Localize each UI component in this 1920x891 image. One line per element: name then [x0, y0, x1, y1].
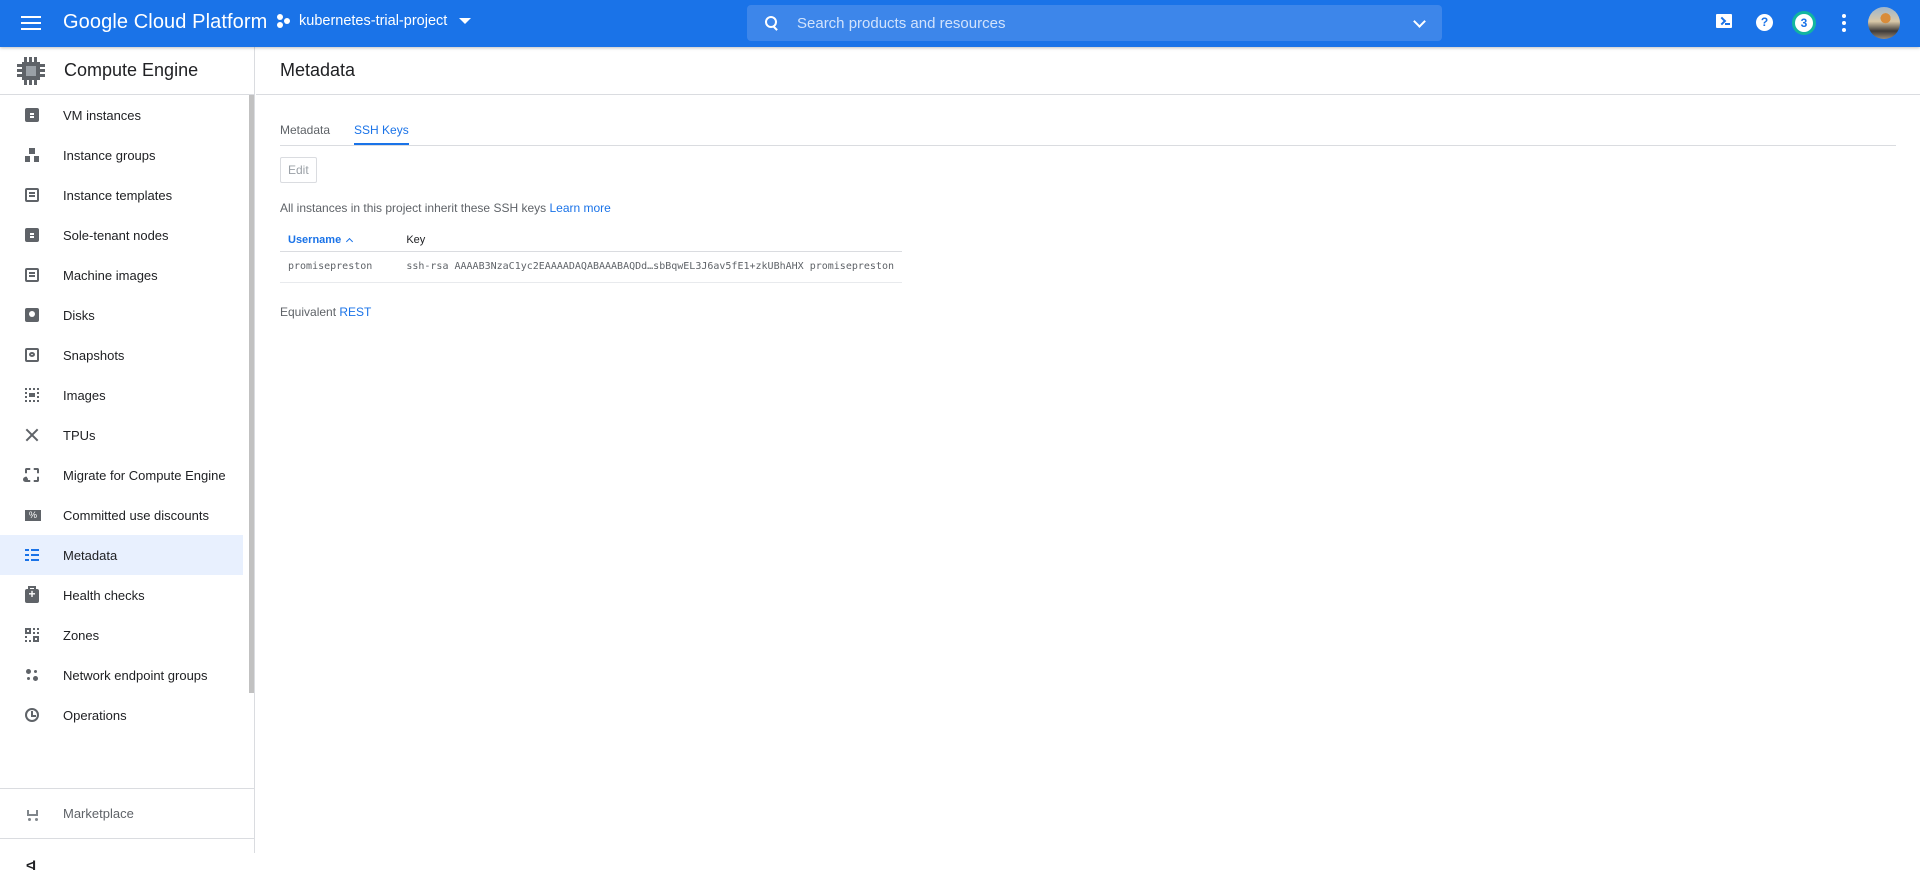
- cell-username: promisepreston: [280, 251, 399, 283]
- project-selector[interactable]: kubernetes-trial-project: [277, 13, 472, 29]
- learn-more-link[interactable]: Learn more: [549, 201, 610, 215]
- sidebar-item-instance-groups[interactable]: Instance groups: [0, 135, 243, 175]
- cart-icon: [25, 807, 41, 821]
- sole-tenant-nodes-icon: [25, 228, 39, 242]
- ssh-keys-table: Username Key promisepreston ssh-rsa AAAA…: [280, 229, 902, 283]
- search-icon: [765, 16, 779, 30]
- sidebar-item-committed-use-discounts[interactable]: % Committed use discounts: [0, 495, 243, 535]
- avatar[interactable]: [1868, 7, 1900, 39]
- percent-icon: %: [25, 509, 41, 521]
- sidebar-item-migrate[interactable]: Migrate for Compute Engine: [0, 455, 243, 495]
- sidebar-item-vm-instances[interactable]: VM instances: [0, 95, 243, 135]
- tpus-icon: [25, 428, 39, 442]
- compute-engine-icon: [17, 56, 45, 85]
- content-area: Metadata SSH Keys Edit All instances in …: [280, 95, 1896, 319]
- disks-icon: [25, 308, 39, 322]
- sidebar-item-tpus[interactable]: TPUs: [0, 415, 243, 455]
- zones-icon: [25, 628, 39, 642]
- collapse-sidebar-button[interactable]: <I: [0, 839, 254, 891]
- help-icon[interactable]: ?: [1756, 14, 1773, 31]
- clock-icon: [25, 708, 39, 722]
- network-endpoint-groups-icon: [25, 668, 39, 682]
- sidebar-item-metadata[interactable]: Metadata: [0, 535, 243, 575]
- main-content: Metadata Metadata SSH Keys Edit All inst…: [256, 47, 1920, 853]
- sidebar: Compute Engine VM instances Instance gro…: [0, 47, 255, 873]
- sidebar-header: Compute Engine: [0, 47, 254, 95]
- sidebar-item-sole-tenant-nodes[interactable]: Sole-tenant nodes: [0, 215, 243, 255]
- column-header-key[interactable]: Key: [398, 229, 902, 252]
- table-header-row: Username Key: [280, 229, 902, 252]
- search-input[interactable]: [797, 14, 1377, 32]
- tab-bar: Metadata SSH Keys: [280, 95, 1896, 146]
- sidebar-item-images[interactable]: Images: [0, 375, 243, 415]
- product-logo[interactable]: Google Cloud Platform: [63, 11, 267, 34]
- search-bar[interactable]: [747, 5, 1442, 41]
- equivalent-rest: Equivalent REST: [280, 304, 372, 319]
- project-name: kubernetes-trial-project: [299, 13, 448, 29]
- sidebar-item-instance-templates[interactable]: Instance templates: [0, 175, 243, 215]
- sidebar-item-marketplace[interactable]: Marketplace: [0, 789, 254, 839]
- sort-ascending-icon: [346, 237, 354, 245]
- migrate-icon: [23, 468, 39, 482]
- sidebar-nav: VM instances Instance groups Instance te…: [0, 95, 254, 788]
- sidebar-item-health-checks[interactable]: Health checks: [0, 575, 243, 615]
- sidebar-item-zones[interactable]: Zones: [0, 615, 243, 655]
- sidebar-scrollbar[interactable]: [249, 95, 254, 693]
- health-checks-icon: [25, 586, 39, 603]
- column-header-username[interactable]: Username: [280, 229, 399, 252]
- vm-instances-icon: [25, 108, 39, 122]
- table-row: promisepreston ssh-rsa AAAAB3NzaC1yc2EAA…: [280, 251, 902, 283]
- collapse-icon: <I: [26, 857, 36, 873]
- main-menu-icon[interactable]: [20, 13, 42, 35]
- cloud-shell-icon[interactable]: [1716, 14, 1732, 28]
- cell-key: ssh-rsa AAAAB3NzaC1yc2EAAAADAQABAAABAQDd…: [398, 251, 902, 283]
- rest-link[interactable]: REST: [339, 305, 371, 319]
- notifications-badge[interactable]: 3: [1792, 11, 1816, 35]
- top-app-bar: Google Cloud Platform kubernetes-trial-p…: [0, 0, 1920, 47]
- sidebar-item-network-endpoint-groups[interactable]: Network endpoint groups: [0, 655, 243, 695]
- tab-metadata[interactable]: Metadata: [280, 123, 330, 145]
- sidebar-item-disks[interactable]: Disks: [0, 295, 243, 335]
- sidebar-item-snapshots[interactable]: Snapshots: [0, 335, 243, 375]
- info-text: All instances in this project inherit th…: [280, 201, 611, 215]
- page-title: Metadata: [280, 60, 356, 80]
- sidebar-title: Compute Engine: [64, 60, 199, 80]
- edit-button[interactable]: Edit: [280, 157, 317, 183]
- tab-ssh-keys[interactable]: SSH Keys: [354, 123, 409, 145]
- snapshots-icon: [25, 348, 39, 362]
- metadata-icon: [25, 548, 39, 562]
- more-vert-icon[interactable]: [1842, 14, 1846, 32]
- images-icon: [25, 388, 39, 402]
- project-icon: [277, 14, 291, 28]
- page-header: Metadata: [256, 47, 1920, 95]
- instance-templates-icon: [25, 188, 39, 202]
- chevron-down-icon[interactable]: [1413, 15, 1426, 28]
- caret-down-icon: [459, 18, 472, 24]
- instance-groups-icon: [25, 148, 39, 162]
- sidebar-item-machine-images[interactable]: Machine images: [0, 255, 243, 295]
- sidebar-item-operations[interactable]: Operations: [0, 695, 243, 735]
- machine-images-icon: [25, 268, 39, 282]
